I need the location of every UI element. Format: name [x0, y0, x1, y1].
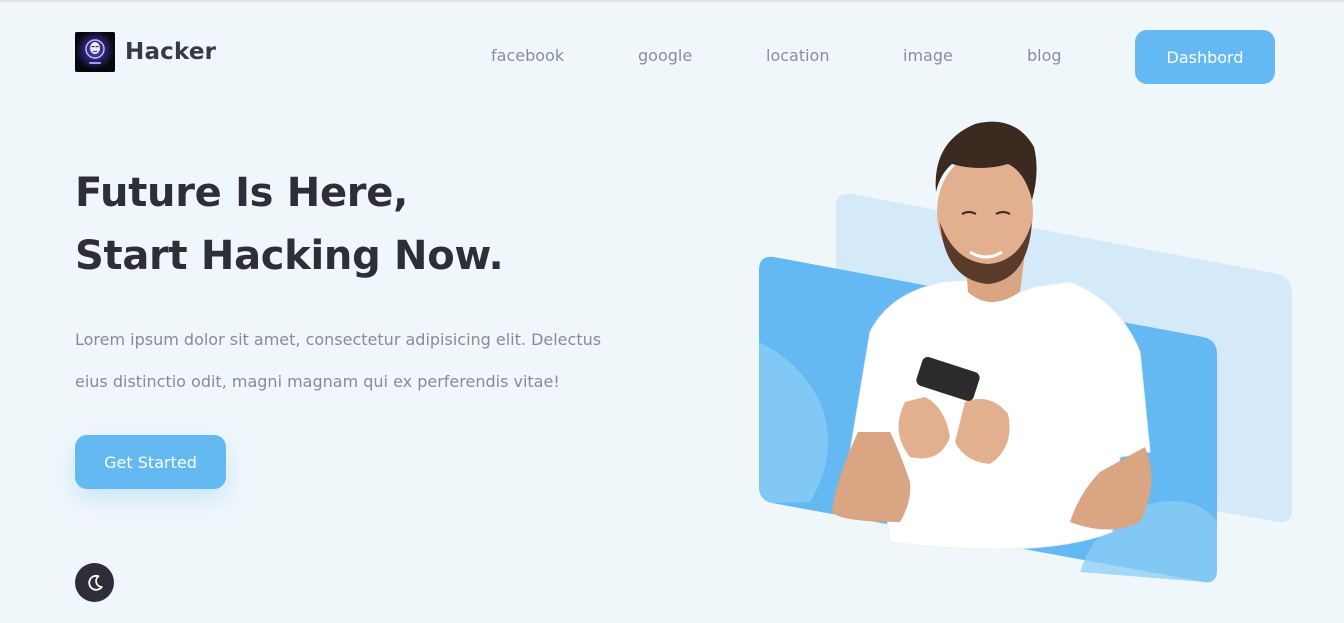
nav-link-image[interactable]: image [903, 46, 953, 65]
hacker-mask-logo-icon [75, 32, 115, 72]
hero-description-line-1: Lorem ipsum dolor sit amet, consectetur … [75, 330, 602, 349]
nav-link-blog[interactable]: blog [1027, 46, 1062, 65]
brand-name: Hacker [125, 39, 217, 65]
hero-headline-line-1: Future Is Here, [75, 170, 408, 216]
hero-headline: Future Is Here, Start Hacking Now. [75, 162, 695, 288]
nav-link-google[interactable]: google [638, 46, 692, 65]
hero-headline-line-2: Start Hacking Now. [75, 233, 504, 279]
get-started-button[interactable]: Get Started [75, 435, 226, 489]
dashboard-button[interactable]: Dashbord [1135, 30, 1275, 84]
hero-illustration [740, 102, 1320, 602]
nav-link-facebook[interactable]: facebook [491, 46, 564, 65]
hero-description-line-2: eius distinctio odit, magni magnam qui e… [75, 372, 560, 391]
hero-illustration-svg [759, 121, 1292, 583]
theme-toggle-button[interactable] [75, 563, 114, 602]
hero-description: Lorem ipsum dolor sit amet, consectetur … [75, 319, 675, 403]
landing-page: Hacker facebook google location image bl… [0, 0, 1344, 623]
brand-logo[interactable]: Hacker [75, 32, 216, 72]
moon-icon [87, 574, 103, 591]
nav-link-location[interactable]: location [766, 46, 829, 65]
